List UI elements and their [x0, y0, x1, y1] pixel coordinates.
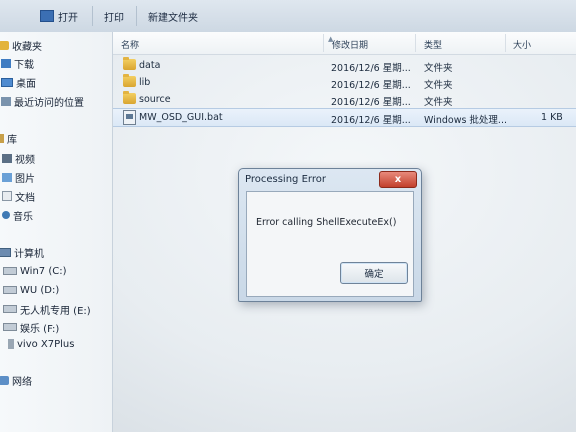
toolbar-divider — [92, 6, 93, 26]
processing-error-dialog: Processing Error x Error calling ShellEx… — [238, 168, 422, 302]
file-row[interactable]: data 2016/12/6 星期... 文件夹 — [113, 57, 576, 74]
nav-item-label: 下载 — [14, 59, 34, 71]
nav-item-label: WU (D:) — [20, 284, 60, 296]
drive-icon — [3, 305, 17, 313]
nav-item-label: Win7 (C:) — [20, 265, 67, 277]
column-type[interactable]: 类型 — [424, 38, 442, 51]
music-icon — [2, 211, 10, 219]
documents-icon — [2, 191, 12, 201]
nav-item-drive-d[interactable]: WU (D:) — [3, 283, 59, 297]
open-label: 打开 — [58, 12, 78, 24]
file-type: 文件夹 — [424, 63, 453, 74]
nav-item-documents[interactable]: 文档 — [2, 189, 35, 204]
nav-item-label: 无人机专用 (E:) — [20, 305, 91, 317]
dialog-body: Error calling ShellExecuteEx() 确定 — [246, 191, 414, 297]
nav-libraries-label: 库 — [7, 134, 17, 146]
nav-favorites-label: 收藏夹 — [12, 41, 42, 53]
file-name: source — [139, 94, 171, 105]
ok-label: 确定 — [364, 269, 384, 280]
file-modified: 2016/12/6 星期... — [331, 80, 411, 91]
nav-item-downloads[interactable]: 下载 — [1, 56, 34, 71]
column-name[interactable]: 名称 — [121, 38, 139, 51]
folder-icon — [123, 57, 136, 70]
nav-item-drive-f[interactable]: 娱乐 (F:) — [3, 320, 60, 335]
toolbar-divider — [136, 6, 137, 26]
computer-icon — [0, 247, 11, 257]
nav-libraries[interactable]: 库 — [0, 131, 17, 146]
nav-item-label: 最近访问的位置 — [14, 97, 84, 109]
nav-network-label: 网络 — [12, 376, 32, 388]
libraries-icon — [0, 133, 4, 143]
ok-button[interactable]: 确定 — [340, 262, 408, 284]
nav-item-label: 文档 — [15, 192, 35, 204]
nav-item-music[interactable]: 音乐 — [2, 208, 33, 223]
nav-item-drive-e[interactable]: 无人机专用 (E:) — [3, 302, 91, 317]
folder-icon — [123, 91, 136, 104]
nav-item-drive-c[interactable]: Win7 (C:) — [3, 264, 66, 278]
file-type: 文件夹 — [424, 80, 453, 91]
column-divider[interactable] — [505, 34, 506, 52]
nav-item-label: 桌面 — [16, 78, 36, 90]
new-folder-button[interactable]: 新建文件夹 — [148, 8, 198, 24]
dialog-close-button[interactable]: x — [379, 171, 417, 188]
explorer-window: 打开 打印 新建文件夹 收藏夹 下载 桌面 最近访问的位置 库 视频 图片 文档… — [0, 0, 576, 432]
file-modified: 2016/12/6 星期... — [331, 63, 411, 74]
pictures-icon — [2, 172, 12, 182]
nav-item-label: 图片 — [15, 173, 35, 185]
phone-icon — [8, 339, 14, 349]
nav-computer-label: 计算机 — [14, 248, 44, 260]
column-size[interactable]: 大小 — [513, 38, 531, 51]
desktop-icon — [1, 77, 13, 87]
file-name: data — [139, 60, 161, 71]
nav-item-label: 音乐 — [13, 211, 33, 223]
bat-file-icon — [123, 110, 136, 125]
nav-item-pictures[interactable]: 图片 — [2, 170, 35, 185]
file-type: Windows 批处理... — [424, 115, 507, 126]
navigation-pane: 收藏夹 下载 桌面 最近访问的位置 库 视频 图片 文档 音乐 计算机 Win7… — [0, 32, 113, 432]
drive-icon — [3, 267, 17, 275]
nav-item-phone[interactable]: vivo X7Plus — [8, 337, 74, 351]
file-name: lib — [139, 77, 151, 88]
nav-item-label: 娱乐 (F:) — [20, 323, 60, 335]
nav-item-recent-places[interactable]: 最近访问的位置 — [1, 94, 84, 109]
dialog-title: Processing Error — [245, 174, 326, 185]
drive-icon — [3, 286, 17, 294]
file-row[interactable]: source 2016/12/6 星期... 文件夹 — [113, 91, 576, 108]
open-icon — [40, 10, 54, 22]
column-divider[interactable] — [415, 34, 416, 52]
nav-item-label: 视频 — [15, 154, 35, 166]
nav-favorites[interactable]: 收藏夹 — [0, 38, 42, 53]
nav-item-desktop[interactable]: 桌面 — [1, 75, 36, 90]
print-label: 打印 — [104, 12, 124, 24]
videos-icon — [2, 153, 12, 163]
file-row[interactable]: lib 2016/12/6 星期... 文件夹 — [113, 74, 576, 91]
favorites-star-icon — [0, 40, 9, 50]
folder-icon — [123, 74, 136, 87]
column-divider[interactable] — [323, 34, 324, 52]
print-button[interactable]: 打印 — [104, 8, 124, 24]
file-modified: 2016/12/6 星期... — [331, 97, 411, 108]
downloads-icon — [1, 58, 11, 68]
close-icon: x — [394, 174, 402, 185]
file-size: 1 KB — [541, 112, 563, 123]
file-modified: 2016/12/6 星期... — [331, 115, 411, 126]
drive-icon — [3, 323, 17, 331]
open-button[interactable]: 打开 — [40, 8, 78, 24]
recent-places-icon — [1, 96, 11, 106]
nav-item-label: vivo X7Plus — [17, 338, 75, 350]
toolbar: 打开 打印 新建文件夹 — [0, 0, 576, 33]
nav-computer[interactable]: 计算机 — [0, 245, 44, 260]
file-name: MW_OSD_GUI.bat — [139, 112, 223, 123]
new-folder-label: 新建文件夹 — [148, 12, 198, 24]
dialog-message: Error calling ShellExecuteEx() — [256, 217, 397, 228]
file-type: 文件夹 — [424, 97, 453, 108]
network-icon — [0, 375, 9, 385]
nav-network[interactable]: 网络 — [0, 373, 32, 388]
nav-item-videos[interactable]: 视频 — [2, 151, 35, 166]
column-header: 名称 ▲ 修改日期 类型 大小 — [113, 32, 576, 55]
file-row-selected[interactable]: MW_OSD_GUI.bat 2016/12/6 星期... Windows 批… — [113, 108, 576, 127]
column-modified[interactable]: 修改日期 — [332, 38, 368, 51]
